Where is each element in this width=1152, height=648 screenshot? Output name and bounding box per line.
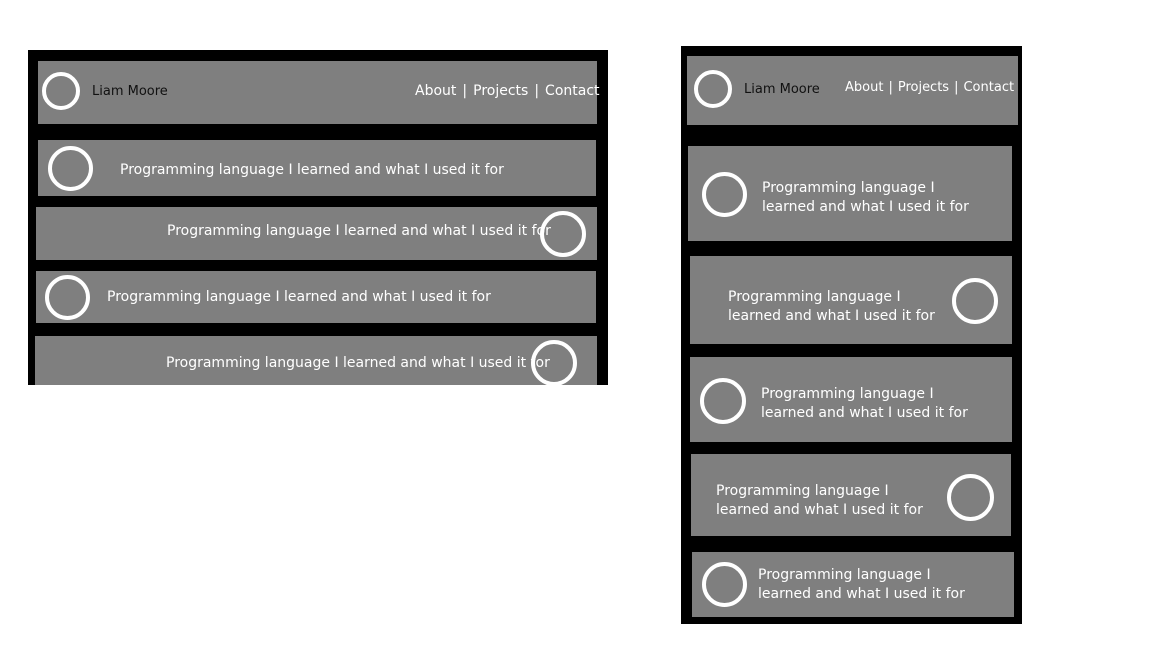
nav-contact-link[interactable]: Contact <box>963 80 1014 95</box>
mobile-nav: About | Projects | Contact <box>845 80 1014 95</box>
project-card-text: Programming language I learned and what … <box>107 289 491 305</box>
project-icon <box>700 378 746 424</box>
nav-separator: | <box>462 83 468 99</box>
project-icon <box>48 146 93 191</box>
desktop-frame: Liam Moore About | Projects | Contact Pr… <box>28 50 608 386</box>
nav-projects-link[interactable]: Projects <box>898 80 949 95</box>
project-card-text: Programming language I learned and what … <box>758 567 965 602</box>
project-icon <box>952 278 998 324</box>
project-card-text: Programming language I learned and what … <box>761 386 968 421</box>
nav-about-link[interactable]: About <box>845 80 883 95</box>
project-card-text: Programming language I learned and what … <box>166 355 550 371</box>
mobile-frame: Liam Moore About | Projects | Contact Pr… <box>681 46 1022 624</box>
project-card-text: Programming language I learned and what … <box>728 289 935 324</box>
project-card-text: Programming language I learned and what … <box>167 223 551 239</box>
site-name: Liam Moore <box>92 84 168 99</box>
project-icon <box>702 172 747 217</box>
project-icon <box>702 562 747 607</box>
project-card-text: Programming language I learned and what … <box>762 180 969 215</box>
nav-separator: | <box>888 80 893 95</box>
avatar-icon <box>694 70 732 108</box>
project-card-text: Programming language I learned and what … <box>120 162 504 178</box>
project-icon <box>947 474 994 521</box>
nav-separator: | <box>954 80 959 95</box>
nav-separator: | <box>534 83 540 99</box>
desktop-nav: About | Projects | Contact <box>415 83 600 99</box>
nav-about-link[interactable]: About <box>415 83 456 99</box>
nav-projects-link[interactable]: Projects <box>473 83 528 99</box>
avatar-icon <box>42 72 80 110</box>
nav-contact-link[interactable]: Contact <box>545 83 599 99</box>
project-card-text: Programming language I learned and what … <box>716 483 923 518</box>
site-name: Liam Moore <box>744 82 820 97</box>
project-icon <box>45 275 90 320</box>
